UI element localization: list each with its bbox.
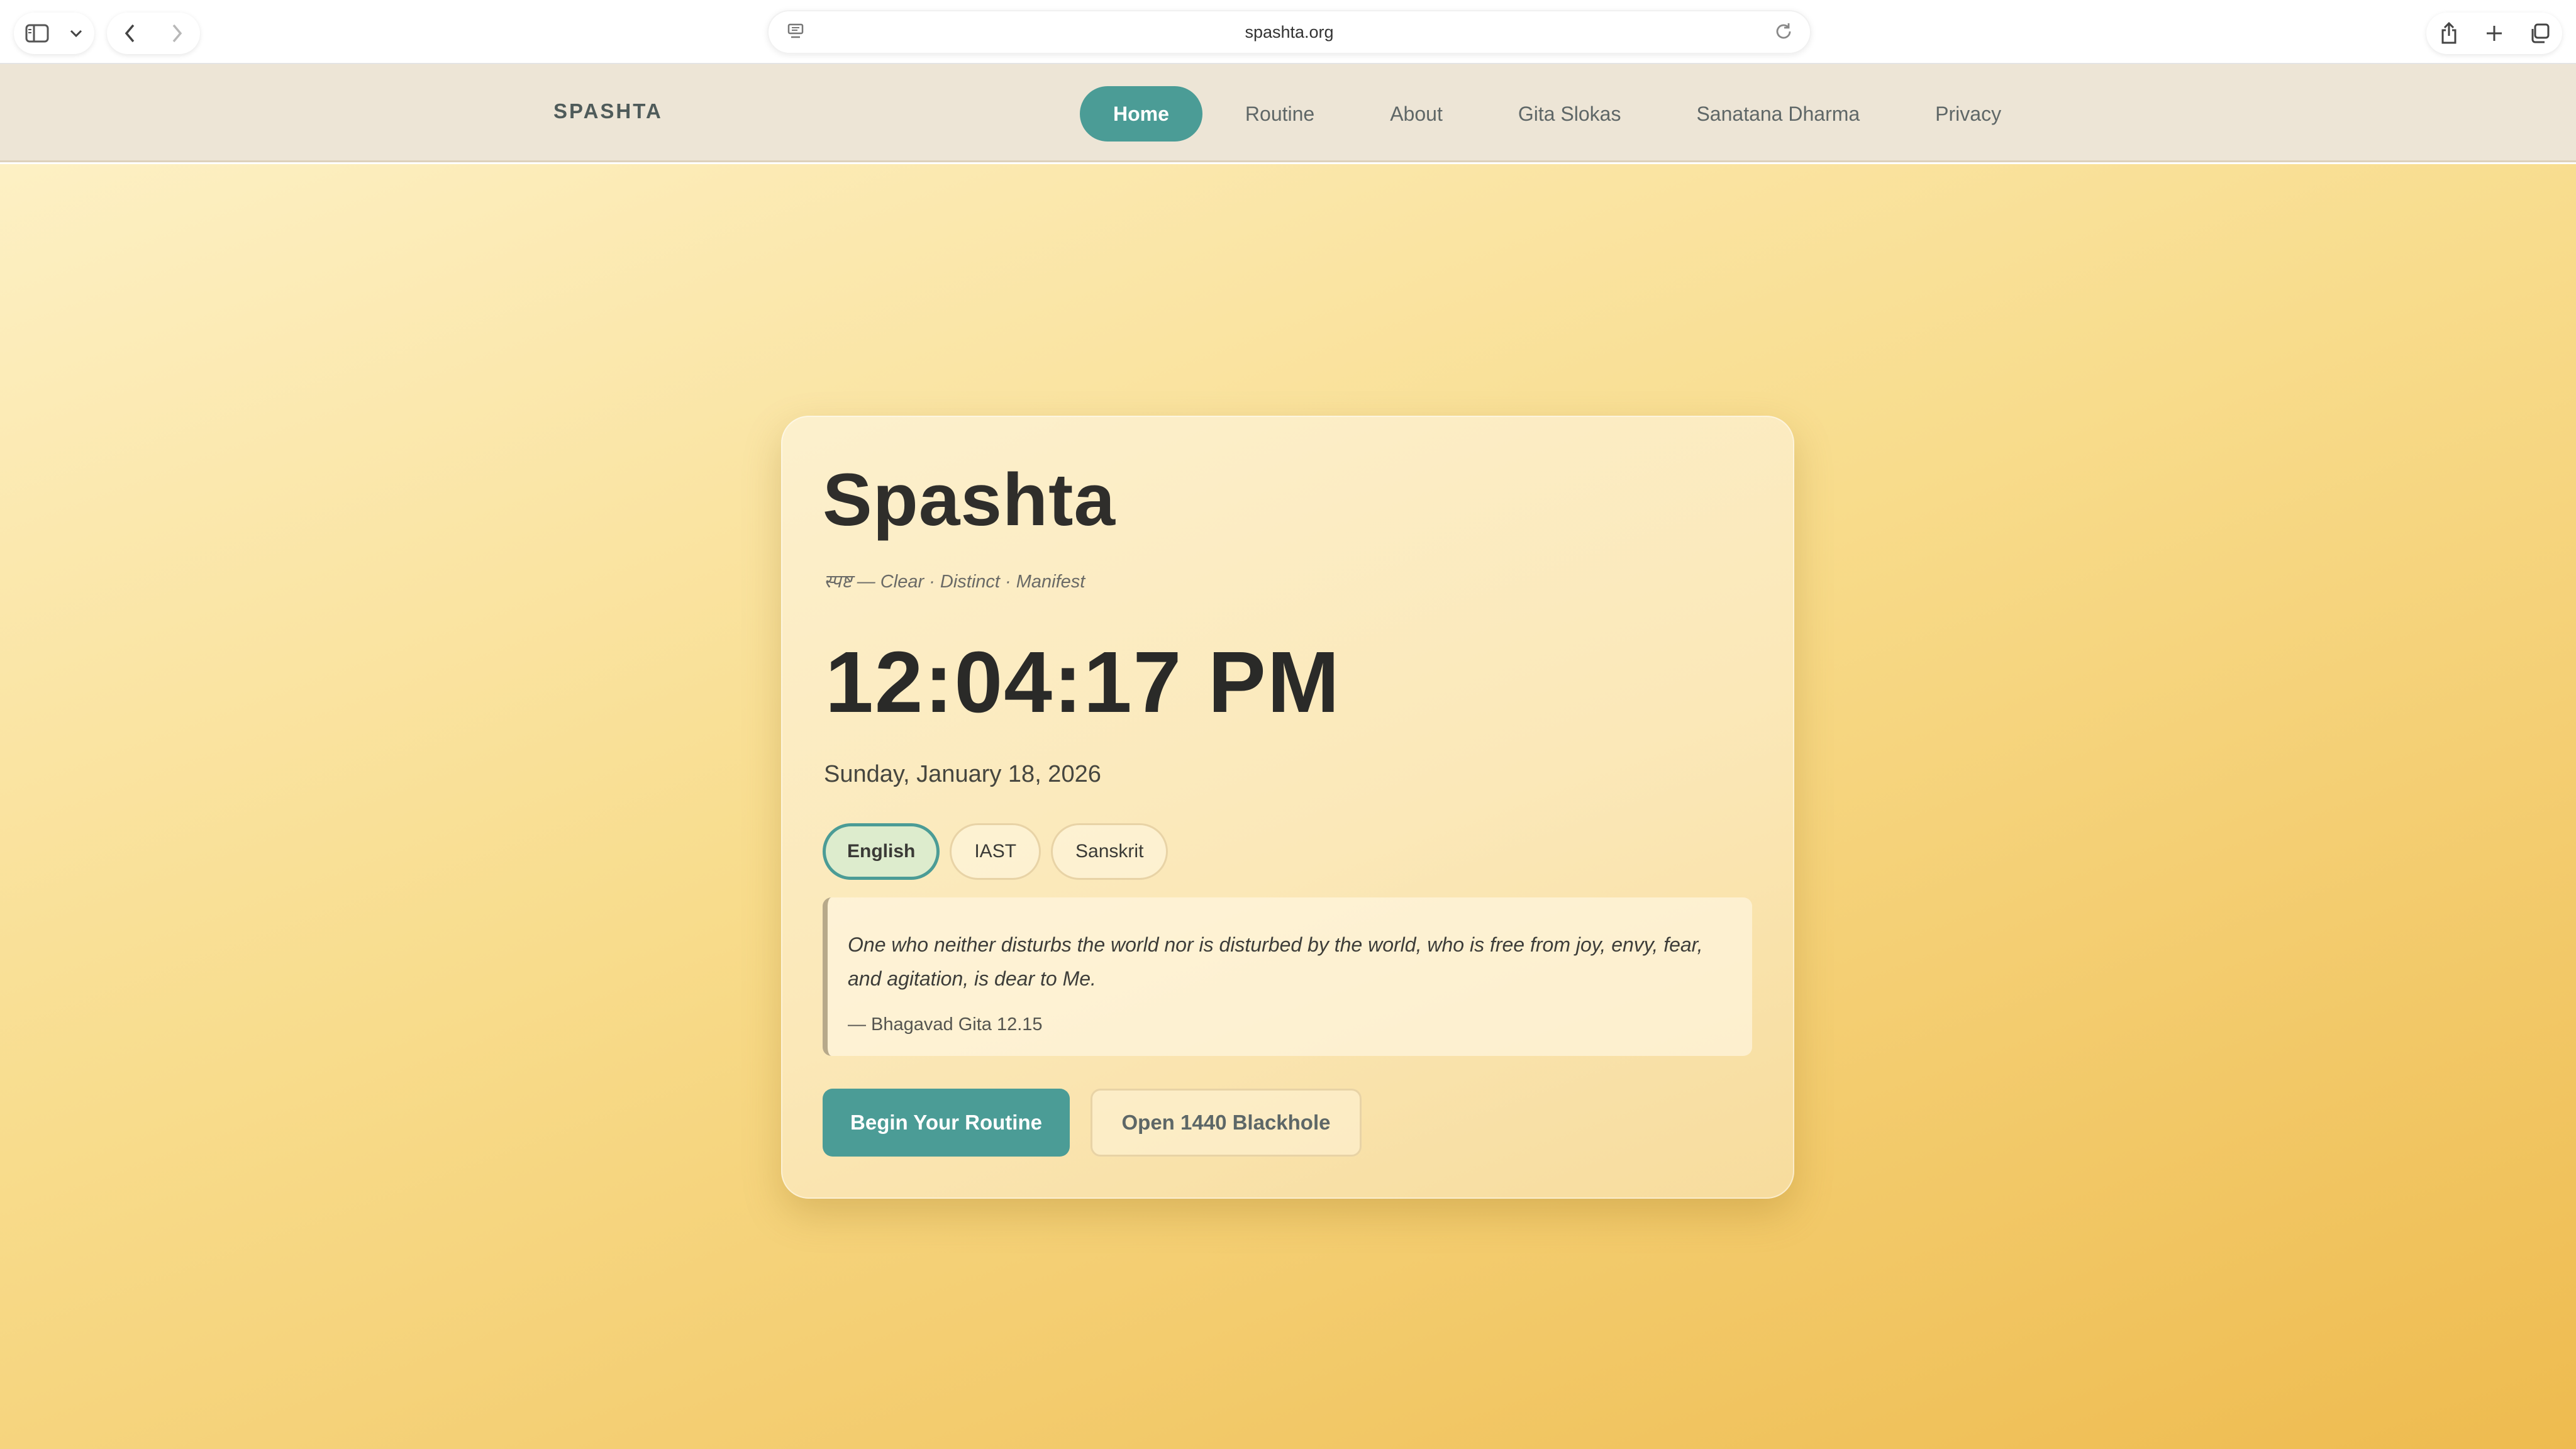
- page-subtitle: स्पष्ट — Clear · Distinct · Manifest: [824, 572, 1085, 592]
- chevron-down-icon[interactable]: [60, 13, 92, 54]
- back-icon[interactable]: [107, 13, 153, 54]
- nav-routine[interactable]: Routine: [1213, 86, 1347, 142]
- sidebar-icon[interactable]: [14, 13, 60, 54]
- language-toggle: English IAST Sanskrit: [823, 823, 1178, 880]
- share-icon[interactable]: [2428, 13, 2470, 54]
- begin-routine-button[interactable]: Begin Your Routine: [823, 1089, 1070, 1157]
- history-nav-group: [107, 13, 200, 54]
- clock-time: 12:04:17 PM: [825, 634, 1341, 731]
- language-english-button[interactable]: English: [823, 823, 940, 880]
- page-title: Spashta: [823, 458, 1116, 541]
- language-sanskrit-button[interactable]: Sanskrit: [1051, 823, 1169, 880]
- nav-home[interactable]: Home: [1080, 86, 1202, 142]
- nav-sanatana-dharma[interactable]: Sanatana Dharma: [1663, 86, 1892, 142]
- quote-source: — Bhagavad Gita 12.15: [848, 1014, 1043, 1035]
- open-blackhole-button[interactable]: Open 1440 Blackhole: [1091, 1089, 1362, 1157]
- nav-privacy[interactable]: Privacy: [1902, 86, 2034, 142]
- page-settings-icon[interactable]: [786, 22, 805, 44]
- browser-actions-group: [2426, 13, 2562, 54]
- sloka-quote: One who neither disturbs the world nor i…: [823, 897, 1752, 1056]
- hero-card: Spashta स्पष्ट — Clear · Distinct · Mani…: [781, 416, 1794, 1199]
- nav-links: Home Routine About Gita Slokas Sanatana …: [1080, 86, 2044, 142]
- url-text[interactable]: spashta.org: [1245, 23, 1333, 42]
- quote-text: One who neither disturbs the world nor i…: [848, 933, 1703, 990]
- main-content: Spashta स्पष्ट — Clear · Distinct · Mani…: [0, 164, 2576, 1449]
- address-bar[interactable]: spashta.org: [767, 10, 1811, 54]
- browser-toolbar: spashta.org: [0, 0, 2576, 64]
- site-navbar: SPASHTA Home Routine About Gita Slokas S…: [0, 64, 2576, 162]
- reload-icon[interactable]: [1774, 21, 1794, 45]
- sidebar-toggle-group: [14, 13, 94, 54]
- nav-gita-slokas[interactable]: Gita Slokas: [1485, 86, 1654, 142]
- tab-overview-icon[interactable]: [2519, 13, 2560, 54]
- current-date: Sunday, January 18, 2026: [824, 761, 1101, 787]
- nav-about[interactable]: About: [1357, 86, 1475, 142]
- forward-icon[interactable]: [153, 13, 200, 54]
- language-iast-button[interactable]: IAST: [950, 823, 1041, 880]
- new-tab-icon[interactable]: [2473, 13, 2515, 54]
- brand-logo-text[interactable]: SPASHTA: [553, 99, 663, 123]
